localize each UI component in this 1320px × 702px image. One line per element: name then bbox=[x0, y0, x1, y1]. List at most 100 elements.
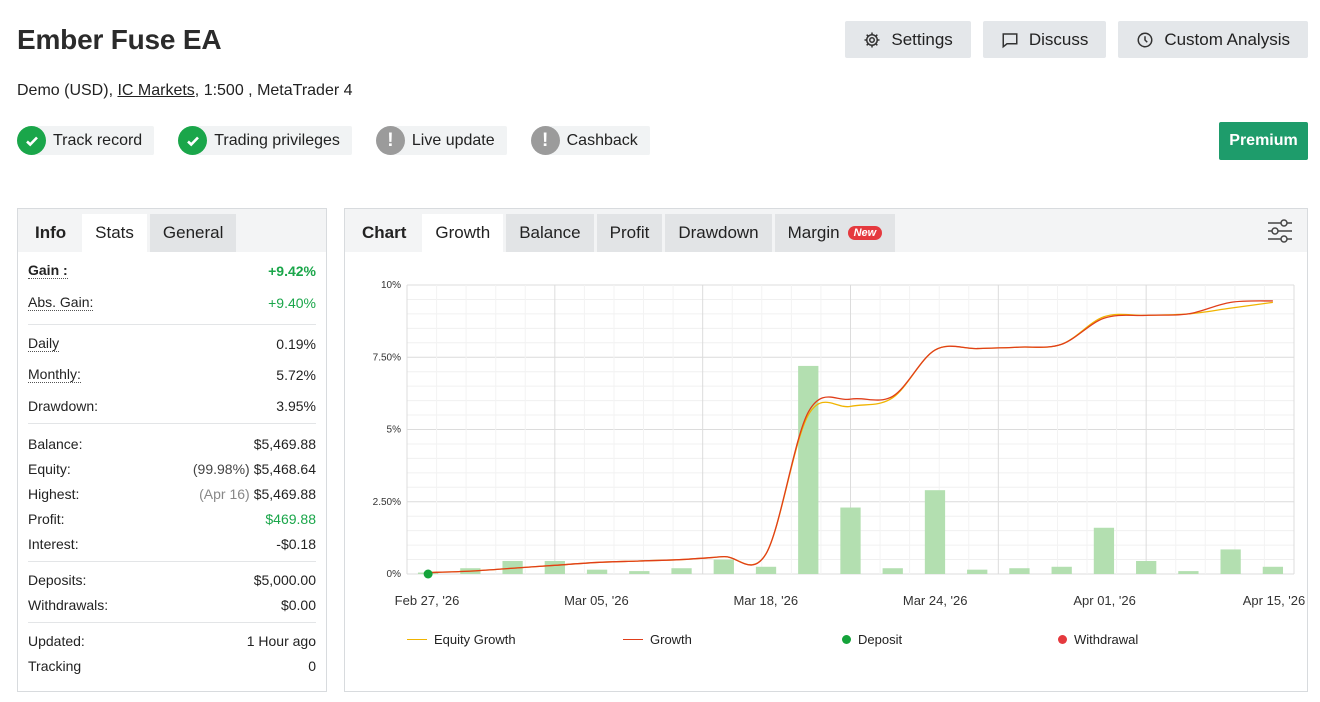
legend-label: Growth bbox=[650, 632, 692, 647]
check-icon bbox=[17, 126, 46, 155]
clock-icon bbox=[1137, 32, 1153, 47]
stat-value: 5.72% bbox=[276, 366, 316, 383]
stat-note: (99.98%) bbox=[192, 460, 250, 477]
discuss-label: Discuss bbox=[1028, 29, 1089, 49]
profit-bar bbox=[671, 568, 692, 574]
header-actions: Settings Discuss Custom Analysis bbox=[845, 21, 1308, 58]
stat-label: Drawdown: bbox=[28, 397, 99, 414]
profit-bar bbox=[713, 559, 734, 574]
y-tick-label: 5% bbox=[387, 425, 402, 436]
legend-line-swatch bbox=[407, 639, 427, 640]
tab-balance[interactable]: Balance bbox=[506, 214, 594, 252]
badge-track-record[interactable]: Track record bbox=[17, 126, 155, 155]
x-tick-label: Mar 05, '26 bbox=[564, 593, 629, 608]
profit-bar bbox=[798, 365, 819, 574]
account-type: Demo (USD), bbox=[17, 82, 118, 99]
badge-live-update[interactable]: ! Live update bbox=[375, 126, 507, 155]
stat-profit: Profit: $469.88 bbox=[28, 506, 316, 531]
stat-tracking: Tracking 0 bbox=[28, 653, 316, 678]
stat-withdrawals: Withdrawals: $0.00 bbox=[28, 592, 316, 617]
divider bbox=[28, 622, 316, 623]
legend-equity-growth[interactable]: Equity Growth bbox=[407, 632, 623, 647]
tab-growth[interactable]: Growth bbox=[422, 214, 504, 252]
stat-note: (Apr 16) bbox=[199, 485, 250, 502]
verification-badges: Track record Trading privileges ! Live u… bbox=[17, 126, 650, 155]
badge-cashback[interactable]: ! Cashback bbox=[530, 126, 650, 155]
profit-bar bbox=[629, 571, 650, 574]
custom-analysis-button[interactable]: Custom Analysis bbox=[1118, 21, 1308, 58]
stat-highest: Highest: (Apr 16) $5,469.88 bbox=[28, 481, 316, 506]
stat-label[interactable]: Abs. Gain: bbox=[28, 294, 94, 311]
profit-bar bbox=[1220, 549, 1241, 574]
stat-gain: Gain : +9.42% bbox=[28, 258, 316, 283]
profit-bar bbox=[1262, 566, 1284, 574]
stats-list: Gain : +9.42% Abs. Gain: +9.40% Daily 0.… bbox=[18, 258, 326, 678]
badge-label: Cashback bbox=[566, 131, 638, 149]
stat-label[interactable]: Monthly: bbox=[28, 366, 81, 383]
settings-label: Settings bbox=[891, 29, 953, 49]
stat-label: Interest: bbox=[28, 535, 79, 552]
legend-label: Equity Growth bbox=[434, 632, 516, 647]
discuss-button[interactable]: Discuss bbox=[982, 21, 1107, 58]
legend-withdrawal[interactable]: Withdrawal bbox=[1055, 632, 1271, 647]
legend-dot-swatch bbox=[842, 635, 851, 644]
tab-general[interactable]: General bbox=[149, 214, 237, 252]
legend-growth[interactable]: Growth bbox=[623, 632, 839, 647]
badge-label: Trading privileges bbox=[214, 131, 340, 149]
profit-bar bbox=[882, 568, 903, 574]
custom-analysis-label: Custom Analysis bbox=[1164, 29, 1290, 49]
stat-value: $5,469.88 bbox=[253, 435, 316, 452]
stat-value: 0 bbox=[308, 657, 316, 674]
check-icon bbox=[178, 126, 208, 155]
tab-chart[interactable]: Chart bbox=[349, 214, 419, 252]
chart-tabs: Chart Growth Balance Profit Drawdown Mar… bbox=[345, 209, 1307, 252]
badge-trading-privileges[interactable]: Trading privileges bbox=[178, 126, 352, 155]
profit-bar bbox=[755, 566, 777, 574]
profit-bar bbox=[1009, 568, 1030, 574]
stat-monthly: Monthly: 5.72% bbox=[28, 362, 316, 387]
tab-profit[interactable]: Profit bbox=[596, 214, 663, 252]
deposit-marker bbox=[423, 569, 433, 579]
stat-value: 3.95% bbox=[276, 397, 316, 414]
account-info: Demo (USD), IC Markets, 1:500 , MetaTrad… bbox=[17, 82, 353, 100]
stat-equity: Equity: (99.98%) $5,468.64 bbox=[28, 456, 316, 481]
premium-button[interactable]: Premium bbox=[1219, 122, 1308, 160]
y-tick-label: 10% bbox=[381, 280, 401, 291]
tab-info[interactable]: Info bbox=[22, 214, 79, 252]
gear-icon bbox=[864, 32, 880, 47]
tab-drawdown[interactable]: Drawdown bbox=[665, 214, 772, 252]
tab-stats[interactable]: Stats bbox=[82, 214, 147, 252]
tab-margin[interactable]: Margin New bbox=[774, 214, 896, 252]
x-tick-label: Mar 18, '26 bbox=[733, 593, 798, 608]
tab-margin-label: Margin bbox=[787, 223, 840, 242]
badge-label: Track record bbox=[53, 131, 143, 149]
chart-panel: Chart Growth Balance Profit Drawdown Mar… bbox=[344, 208, 1308, 692]
stat-daily: Daily 0.19% bbox=[28, 331, 316, 356]
profit-bar bbox=[1178, 571, 1199, 574]
filter-sliders-icon[interactable] bbox=[1267, 218, 1293, 249]
stat-value: $0.00 bbox=[280, 596, 316, 613]
stat-deposits: Deposits: $5,000.00 bbox=[28, 567, 316, 592]
stat-value: $5,468.64 bbox=[253, 460, 316, 477]
y-tick-label: 7.50% bbox=[373, 352, 401, 363]
stat-label[interactable]: Daily bbox=[28, 335, 60, 352]
stat-abs-gain: Abs. Gain: +9.40% bbox=[28, 290, 316, 315]
stat-label: Highest: bbox=[28, 485, 80, 502]
broker-link[interactable]: IC Markets bbox=[117, 82, 194, 99]
legend-label: Deposit bbox=[858, 632, 903, 647]
stat-label: Updated: bbox=[28, 632, 85, 649]
exclamation-icon: ! bbox=[530, 126, 560, 155]
page-title: Ember Fuse EA bbox=[17, 24, 222, 55]
stat-value: $5,000.00 bbox=[253, 571, 316, 588]
stat-label: Tracking bbox=[28, 657, 82, 674]
stat-value: -$0.18 bbox=[276, 535, 316, 552]
stats-tabs: Info Stats General bbox=[18, 209, 326, 252]
account-details: , 1:500 , MetaTrader 4 bbox=[194, 82, 353, 99]
y-tick-label: 0% bbox=[387, 569, 402, 580]
profit-bar bbox=[1051, 566, 1072, 574]
growth-chart: 0% 2.50% 5% 7.50% 10% Feb 27, '26 Mar 05, '26 M… bbox=[373, 280, 1306, 608]
profit-bar bbox=[1136, 560, 1157, 574]
stat-label[interactable]: Gain : bbox=[28, 262, 68, 279]
legend-deposit[interactable]: Deposit bbox=[839, 632, 1055, 647]
settings-button[interactable]: Settings bbox=[845, 21, 971, 58]
